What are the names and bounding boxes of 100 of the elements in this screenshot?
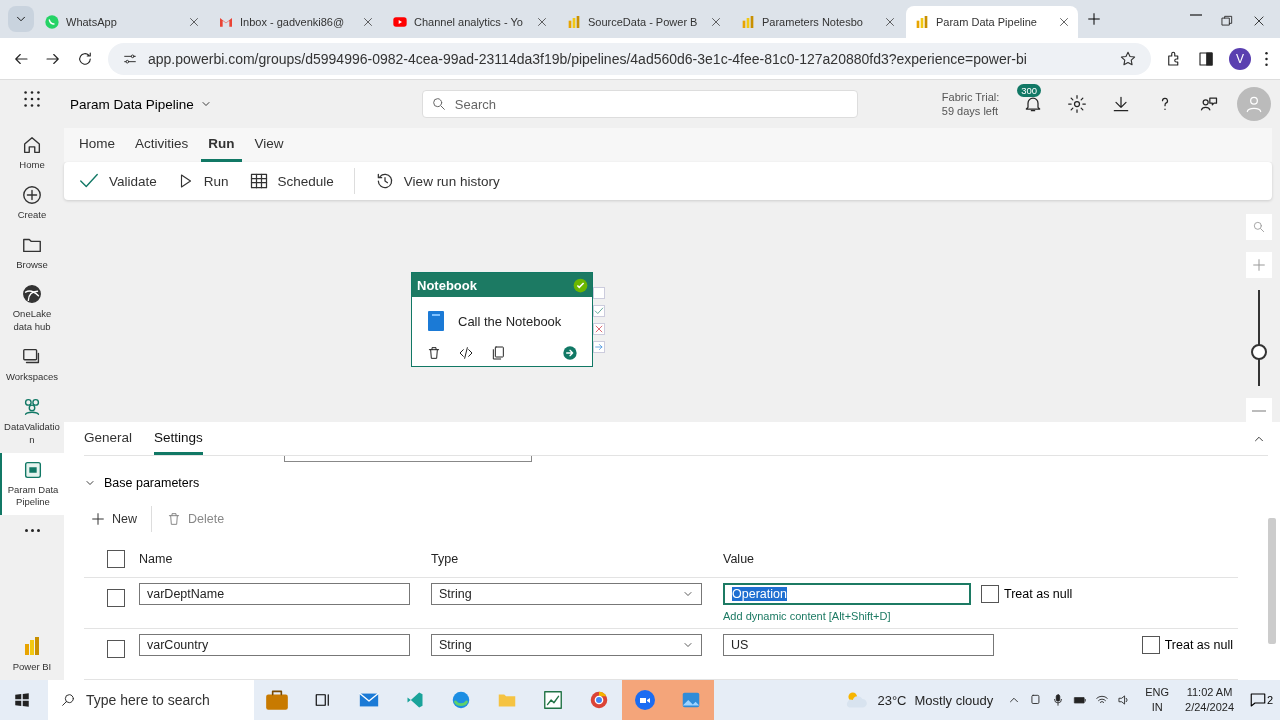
treat-as-null-checkbox[interactable]: Treat as null — [981, 585, 1073, 603]
action-button[interactable]: New — [90, 511, 137, 527]
account-avatar[interactable] — [1237, 87, 1272, 121]
search-button[interactable] — [1246, 214, 1272, 240]
value-field[interactable]: Operation — [723, 583, 971, 605]
toolbar-button[interactable]: View run history — [374, 171, 500, 191]
clock[interactable]: 11:02 AM 2/24/2024 — [1185, 685, 1234, 715]
nav-item[interactable]: DataValidation — [0, 389, 64, 453]
reload-icon — [76, 49, 94, 68]
plus-icon — [90, 511, 106, 527]
toolbar-button[interactable]: Run — [176, 172, 229, 190]
nav-item[interactable]: OneLake data hub — [0, 277, 64, 341]
skip-port[interactable] — [593, 287, 605, 299]
column-header: Name — [139, 552, 173, 566]
search-icon — [1252, 220, 1266, 234]
browser-tab[interactable]: Parameters Notesbo — [732, 6, 904, 38]
copy-icon — [490, 345, 506, 361]
x-icon — [594, 324, 604, 334]
trash-icon — [426, 345, 442, 361]
more-icon[interactable] — [24, 529, 40, 533]
search-icon — [60, 692, 76, 708]
panel-tab[interactable]: Settings — [154, 429, 203, 455]
minus-icon — [1252, 410, 1266, 412]
tab-search-button[interactable] — [8, 6, 34, 32]
chart-icon — [566, 14, 582, 30]
type-dropdown[interactable]: String — [431, 634, 702, 656]
zoom-slider-thumb[interactable] — [1251, 344, 1267, 360]
browser-tab[interactable]: WhatsApp — [36, 6, 208, 38]
address-field[interactable]: app.powerbi.com/groups/d5994996-0982-4cea-99ad-23114da3f19b/pipelines/4ad560d6-3e1c-4fee-81c0-127a20880fd3?experience=power-bi — [108, 42, 1151, 75]
item-title-menu[interactable]: Param Data Pipeline — [70, 96, 212, 112]
calendar-icon — [248, 171, 269, 191]
settings-icon — [1067, 94, 1088, 114]
temperature: 23°C — [877, 692, 907, 708]
nav-item[interactable]: Power BI — [0, 628, 64, 680]
nav-item[interactable]: Workspaces — [0, 340, 64, 390]
profile-avatar[interactable]: V — [1229, 47, 1251, 70]
play-icon — [392, 14, 408, 30]
close-icon — [536, 16, 548, 28]
nav-item[interactable]: Home — [0, 128, 64, 178]
section-header[interactable]: Base parameters — [84, 476, 1268, 490]
ribbon-tab[interactable]: View — [247, 136, 291, 162]
close-icon — [1058, 16, 1070, 28]
app-launcher-icon — [21, 88, 43, 110]
name-field[interactable]: varDeptName — [139, 583, 410, 605]
row-checkbox[interactable] — [107, 640, 125, 658]
browser-tab[interactable]: Channel analytics - Yo — [384, 6, 556, 38]
select-all-checkbox[interactable] — [107, 550, 125, 568]
windows-icon — [13, 691, 31, 709]
success-port[interactable] — [593, 305, 605, 317]
plus-icon — [1086, 11, 1102, 27]
close-icon — [1252, 14, 1266, 28]
ribbon-tab[interactable]: Activities — [128, 136, 196, 162]
value-field[interactable]: US — [723, 634, 994, 656]
check-icon — [594, 306, 604, 316]
globe-icon — [21, 283, 43, 306]
row-checkbox[interactable] — [107, 589, 125, 607]
treat-as-null-checkbox[interactable]: Treat as null — [1141, 636, 1233, 654]
toolbar-button[interactable]: Validate — [78, 170, 157, 192]
video-call-icon — [633, 688, 657, 712]
search-field[interactable]: Search — [421, 90, 858, 118]
activity-type: Notebook — [417, 277, 477, 293]
browser-tab[interactable]: SourceData - Power B — [558, 6, 730, 38]
input-language[interactable]: ENG IN — [1145, 685, 1170, 715]
weather-condition: Mostly cloudy — [914, 692, 994, 708]
toolbar-button[interactable]: Schedule — [248, 171, 334, 191]
dynamic-content-link[interactable]: Add dynamic content [Alt+Shift+D] — [723, 610, 971, 622]
create-icon — [21, 183, 43, 206]
more-icon[interactable] — [1265, 51, 1268, 66]
plus-icon — [1251, 257, 1267, 273]
completion-port[interactable] — [593, 341, 605, 353]
close-icon — [710, 16, 722, 28]
browser-tab[interactable]: Inbox - gadvenki86@ — [210, 6, 382, 38]
chat-icon — [44, 14, 60, 30]
browser-tab[interactable]: Param Data Pipeline — [906, 6, 1078, 38]
home-icon — [21, 134, 43, 156]
zoom-in-button[interactable] — [1246, 252, 1272, 278]
restore-icon — [1220, 14, 1234, 28]
code-icon — [458, 345, 474, 361]
chart-icon — [914, 14, 930, 30]
search-icon — [430, 96, 447, 112]
column-header: Value — [723, 552, 755, 566]
activity-card[interactable]: Notebook Call the Notebook — [411, 272, 593, 367]
chart-icon — [740, 14, 756, 30]
ribbon-tab[interactable]: Home — [72, 136, 122, 162]
trial-status: Fabric Trial: 59 days left — [941, 89, 1000, 119]
nav-item[interactable]: Create — [0, 177, 64, 228]
nav-item[interactable]: Param Data Pipeline — [0, 452, 64, 516]
notification-center-button[interactable]: 2 — [1242, 691, 1280, 709]
close-icon — [188, 16, 200, 28]
nav-item[interactable]: Browse — [0, 227, 64, 278]
zoom-out-button[interactable] — [1246, 398, 1272, 424]
taskbar-search-field[interactable]: Type here to search — [48, 680, 254, 720]
name-field[interactable]: varCountry — [139, 634, 410, 656]
panel-tab[interactable]: General — [84, 429, 133, 455]
column-header: Type — [431, 552, 459, 566]
type-dropdown[interactable]: String — [431, 583, 702, 605]
scrollbar[interactable] — [1268, 518, 1276, 644]
star-icon — [1119, 49, 1137, 68]
taskbar-app[interactable] — [622, 680, 668, 720]
failure-port[interactable] — [593, 323, 605, 335]
